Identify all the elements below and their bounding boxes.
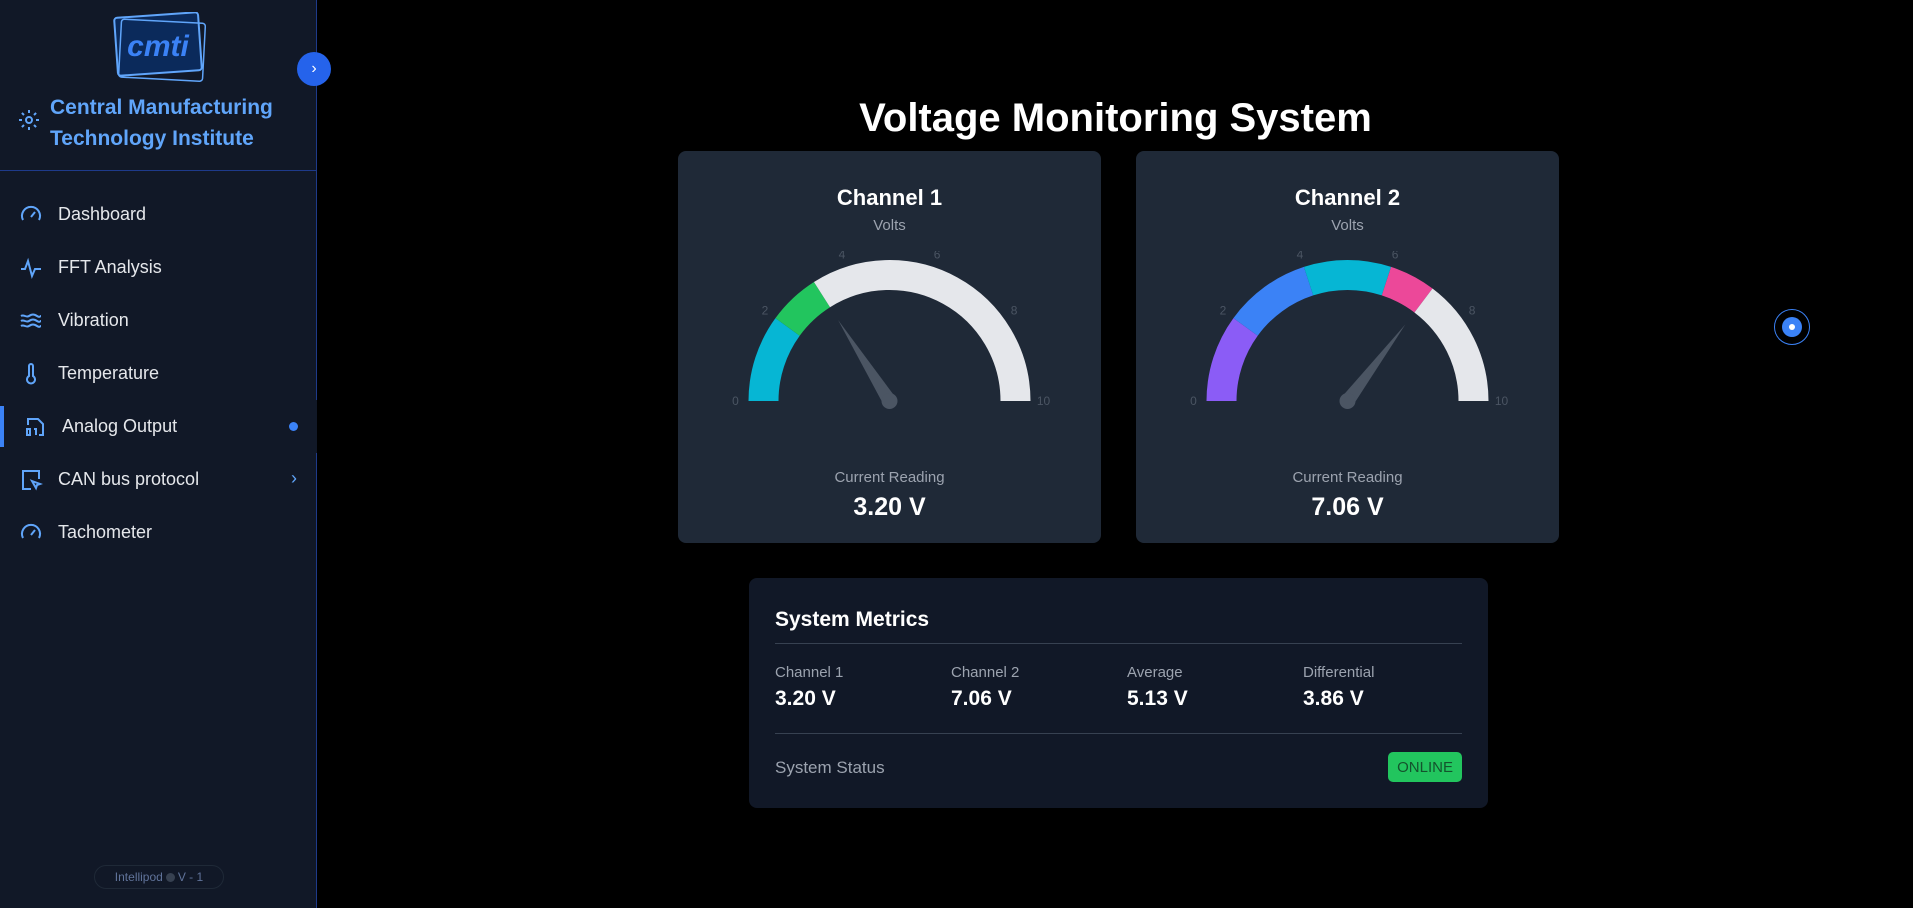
gauge-tick-label: 0: [1190, 394, 1197, 408]
sidebar: cmti › Central Manufacturing Technology …: [0, 0, 331, 908]
gauge-tick-label: 6: [934, 251, 941, 262]
brand-name: Central Manufacturing Technology Institu…: [50, 96, 273, 150]
dashboard-gauge-icon: [18, 202, 44, 228]
gauge-tick-label: 8: [1011, 303, 1018, 317]
metric-average: Average 5.13 V: [1127, 664, 1297, 711]
record-icon: [1782, 317, 1802, 337]
gauge-tick-label: 8: [1469, 303, 1476, 317]
gauge-needle: [838, 319, 896, 405]
gauge-segment: [1381, 266, 1433, 313]
metrics-title: System Metrics: [775, 608, 930, 631]
gauge-unit: Volts: [1331, 217, 1364, 234]
metric-label: Average: [1127, 664, 1183, 681]
metric-channel-2: Channel 2 7.06 V: [951, 664, 1121, 711]
reading-label: Current Reading: [1292, 469, 1403, 486]
sidebar-item-label: Vibration: [58, 310, 129, 330]
version-badge: Intellipod V - 1: [94, 865, 224, 889]
sidebar-item-label: Temperature: [58, 363, 160, 383]
sidebar-item-label: CAN bus protocol: [58, 469, 200, 489]
svg-text:cmti: cmti: [127, 30, 189, 63]
metric-value: 5.13 V: [1127, 687, 1188, 710]
status-dot-icon: [165, 872, 175, 882]
gauge-chart: 0 2 4 6 8 10: [732, 251, 1051, 409]
gauge-title: Channel 1: [836, 185, 943, 210]
floating-action-button[interactable]: [1774, 309, 1810, 345]
gauge-tick-label: 10: [1037, 394, 1051, 408]
gauge-segment: [1414, 288, 1489, 402]
gauge-tick-label: 2: [1220, 303, 1227, 317]
gauge-needle: [1341, 324, 1406, 406]
status-badge: ONLINE: [1388, 752, 1462, 782]
page-title: Voltage Monitoring System: [859, 96, 1372, 140]
sidebar-item-fft-analysis[interactable]: FFT Analysis: [0, 241, 317, 294]
waves-icon: [18, 308, 44, 334]
chevron-right-icon[interactable]: ›: [291, 468, 297, 489]
gauge-tick-label: 0: [732, 394, 739, 408]
gauge-tick-label: 4: [839, 251, 846, 262]
gauge-card-channel-2: Channel 2 Volts 0 2 4 6 8 10 Current Reading …: [1136, 151, 1559, 543]
version-product: Intellipod: [114, 870, 163, 884]
metric-channel-1: Channel 1 3.20 V: [775, 664, 945, 711]
gauge-icon: [18, 520, 44, 546]
binary-file-icon: [22, 414, 48, 440]
status-label: System Status: [775, 758, 885, 777]
gauge-card-channel-1: Channel 1 Volts 0 2 4 6 8 10 Current Reading …: [678, 151, 1101, 543]
version-number: V - 1: [177, 870, 204, 884]
reading-value: 3.20 V: [853, 493, 926, 521]
metric-value: 3.86 V: [1303, 687, 1364, 710]
divider: [775, 643, 1462, 644]
pulse-icon: [18, 255, 44, 281]
sidebar-item-vibration[interactable]: Vibration: [0, 294, 317, 347]
gauge-segment: [748, 318, 800, 402]
metric-differential: Differential 3.86 V: [1303, 664, 1473, 711]
sidebar-toggle-button[interactable]: ›: [297, 52, 331, 86]
sidebar-item-tachometer[interactable]: Tachometer: [0, 506, 317, 559]
gauge-unit: Volts: [873, 217, 906, 234]
gear-icon: [19, 110, 39, 130]
metric-value: 3.20 V: [775, 687, 836, 710]
thermometer-icon: [18, 361, 44, 387]
sidebar-item-label: FFT Analysis: [58, 257, 162, 277]
metric-label: Channel 2: [951, 664, 1020, 681]
gauge-tick-label: 10: [1495, 394, 1509, 408]
reading-label: Current Reading: [834, 469, 945, 486]
gauge-segment: [775, 281, 831, 337]
sidebar-item-can-bus-protocol[interactable]: CAN bus protocol ›: [0, 453, 317, 506]
cursor-square-icon: [18, 467, 44, 493]
reading-value: 7.06 V: [1311, 493, 1384, 521]
gauge-hub: [1339, 393, 1356, 409]
sidebar-item-label: Dashboard: [58, 204, 147, 224]
sidebar-item-label: Analog Output: [62, 416, 178, 436]
sidebar-item-analog-output[interactable]: Analog Output: [0, 400, 317, 453]
gauge-tick-label: 2: [762, 303, 769, 317]
sidebar-item-dashboard[interactable]: Dashboard: [0, 188, 317, 241]
gauge-tick-label: 4: [1297, 251, 1304, 262]
gauge-segment: [1303, 260, 1392, 296]
metric-label: Channel 1: [775, 664, 844, 681]
metric-value: 7.06 V: [951, 687, 1012, 710]
chevron-right-icon: ›: [311, 60, 317, 77]
gauge-segment: [1233, 266, 1314, 337]
gauge-title: Channel 2: [1294, 185, 1401, 210]
gauge-segment: [1206, 318, 1258, 402]
system-metrics-panel: System Metrics Channel 1 3.20 V Channel …: [749, 578, 1488, 808]
gauge-chart: 0 2 4 6 8 10: [1190, 251, 1509, 409]
brand-header: cmti › Central Manufacturing Technology …: [0, 0, 331, 171]
divider: [775, 733, 1462, 734]
metric-label: Differential: [1303, 664, 1375, 681]
gauge-tick-label: 6: [1392, 251, 1399, 262]
sidebar-nav: Dashboard FFT Analysis Vibration Tempera…: [0, 188, 317, 559]
gauge-hub: [881, 393, 898, 409]
sidebar-item-temperature[interactable]: Temperature: [0, 347, 317, 400]
cmti-logo: cmti: [113, 12, 206, 82]
active-indicator-dot: [289, 422, 298, 431]
sidebar-item-label: Tachometer: [58, 522, 153, 542]
